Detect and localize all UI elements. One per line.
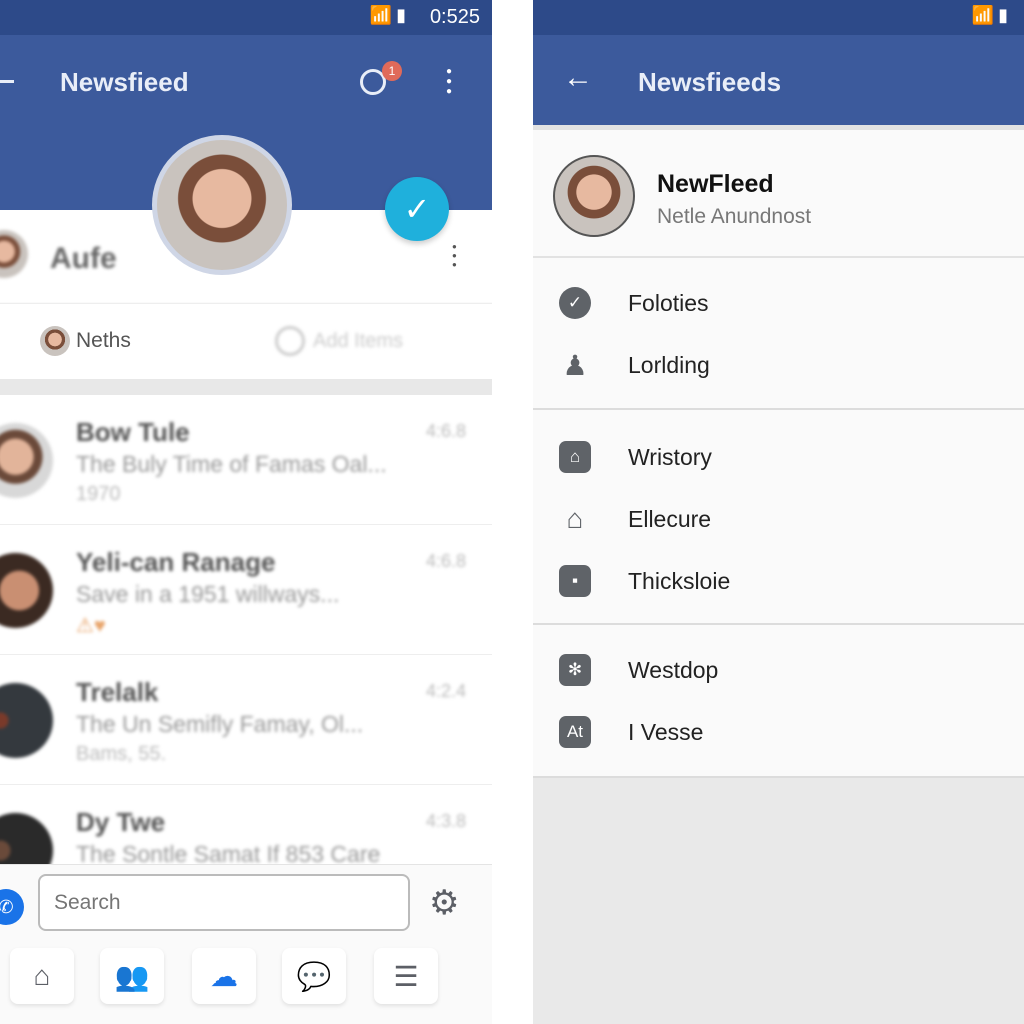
- menu-item-wristory[interactable]: ⌂ Wristory: [533, 426, 1024, 488]
- drawer-profile[interactable]: NewFleed Netle Anundnost: [533, 125, 1024, 258]
- feed-meta: Bams, 55.: [76, 743, 167, 765]
- feed-time: 4:3.8: [425, 811, 466, 831]
- profile-subtitle: Netle Anundnost: [657, 205, 812, 228]
- feed-avatar: [0, 553, 53, 628]
- wifi-signal-battery-icons: 📶▮: [971, 5, 1012, 25]
- person-icon: ♟: [562, 349, 588, 381]
- more-options-icon[interactable]: ● ● ●: [446, 67, 454, 97]
- feed-name: Trelalk: [76, 677, 159, 707]
- menu-item-thicksloie[interactable]: ▪ Thicksloie: [533, 550, 1024, 612]
- house-outline-icon: ⌂: [559, 441, 591, 473]
- tab-row: Neths Add Items: [0, 303, 492, 379]
- right-phone-screen: 📶▮ ← Newsfieeds NewFleed Netle Anundnost…: [533, 0, 1024, 1024]
- feed-item[interactable]: Yeli-can Ranage Save in a 1951 willways.…: [0, 525, 492, 655]
- profile-more-icon[interactable]: ● ● ●: [452, 242, 457, 269]
- back-arrow-icon[interactable]: [0, 80, 14, 83]
- nav-list-icon[interactable]: ☰: [374, 948, 438, 1004]
- menu-label: Thicksloie: [628, 567, 731, 594]
- tab-avatar: [40, 326, 70, 356]
- feed-name: Yeli-can Ranage: [76, 547, 276, 577]
- main-avatar[interactable]: [152, 135, 292, 275]
- feed-name: Dy Twe: [76, 807, 166, 837]
- check-circle-icon: ✓: [559, 287, 591, 319]
- nav-contacts-icon[interactable]: 👥: [100, 948, 164, 1004]
- status-bar: 📶▮: [533, 0, 1024, 35]
- page-title: Newsfieeds: [638, 67, 782, 97]
- profile-name: Aufe: [50, 242, 117, 275]
- add-person-icon: [275, 326, 305, 356]
- profile-name: NewFleed: [657, 170, 774, 198]
- menu-label: Wristory: [628, 443, 712, 470]
- menu-item-ellecure[interactable]: ⌂ Ellecure: [533, 488, 1024, 550]
- back-arrow-icon[interactable]: ←: [563, 61, 593, 95]
- feed-item[interactable]: Bow Tule The Buly Time of Famas Oal... 1…: [0, 395, 492, 525]
- feed-text: Save in a 1951 willways...: [76, 581, 340, 607]
- check-fab-button[interactable]: ✓: [385, 177, 449, 241]
- feed-time: 4:6.8: [425, 551, 466, 571]
- nav-chat-icon[interactable]: 💬: [282, 948, 346, 1004]
- tab-add-items[interactable]: Add Items: [275, 326, 403, 356]
- house-icon: ⌂: [566, 503, 584, 534]
- menu-group-3: ✻ Westdop At I Vesse: [533, 625, 1024, 778]
- wifi-signal-battery-icons: 📶▮: [369, 5, 410, 25]
- menu-item-lorlding[interactable]: ♟ Lorlding: [533, 334, 1024, 396]
- menu-label: Foloties: [628, 289, 709, 316]
- divider: [0, 379, 492, 395]
- nav-home-icon[interactable]: ⌂: [10, 948, 74, 1004]
- feed-avatar: [0, 423, 53, 498]
- bag-icon: ▪: [559, 565, 591, 597]
- feed-text: The Un Semifly Famay, Ol...: [76, 711, 364, 737]
- tab-label: Neths: [76, 329, 131, 352]
- menu-group-1: ✓ Foloties ♟ Lorlding: [533, 258, 1024, 410]
- menu-item-westdop[interactable]: ✻ Westdop: [533, 639, 1024, 701]
- search-input[interactable]: [38, 874, 410, 931]
- tab-label: Add Items: [313, 329, 404, 352]
- small-avatar[interactable]: [0, 230, 28, 278]
- snowflake-icon: ✻: [559, 654, 591, 686]
- phone-icon[interactable]: ✆: [0, 889, 24, 925]
- feed-meta: ⚠♥: [76, 615, 106, 637]
- status-bar: 📶▮ 0:525: [0, 0, 492, 35]
- menu-label: I Vesse: [628, 718, 704, 745]
- app-bar: ← Newsfieeds: [533, 35, 1024, 125]
- profile-avatar: [553, 155, 635, 237]
- menu-label: Lorlding: [628, 351, 710, 378]
- feed-item[interactable]: Trelalk The Un Semifly Famay, Ol... Bams…: [0, 655, 492, 785]
- at-box-icon: At: [559, 716, 591, 748]
- feed-text: The Buly Time of Famas Oal...: [76, 451, 387, 477]
- status-time: 0:525: [429, 6, 480, 28]
- nav-cloud-icon[interactable]: ☁: [192, 948, 256, 1004]
- settings-gear-icon[interactable]: ⚙: [429, 883, 459, 923]
- notification-badge: 1: [382, 61, 402, 81]
- page-title: Newsfieed: [60, 67, 189, 97]
- left-phone-screen: 📶▮ 0:525 Newsfieed 1 ● ● ● Aufe ● ● ● ✓ Neth…: [0, 0, 492, 1024]
- menu-label: Westdop: [628, 656, 719, 683]
- menu-item-vesse[interactable]: At I Vesse: [533, 701, 1024, 763]
- feed-time: 4:6.8: [425, 421, 466, 441]
- feed-time: 4:2.4: [425, 681, 466, 701]
- menu-group-2: ⌂ Wristory ⌂ Ellecure ▪ Thicksloie: [533, 410, 1024, 625]
- feed-name: Bow Tule: [76, 417, 190, 447]
- menu-label: Ellecure: [628, 505, 712, 532]
- feed-avatar: [0, 683, 53, 758]
- tab-neths[interactable]: Neths: [40, 326, 131, 356]
- feed-meta: 1970: [76, 483, 121, 505]
- menu-item-foloties[interactable]: ✓ Foloties: [533, 272, 1024, 334]
